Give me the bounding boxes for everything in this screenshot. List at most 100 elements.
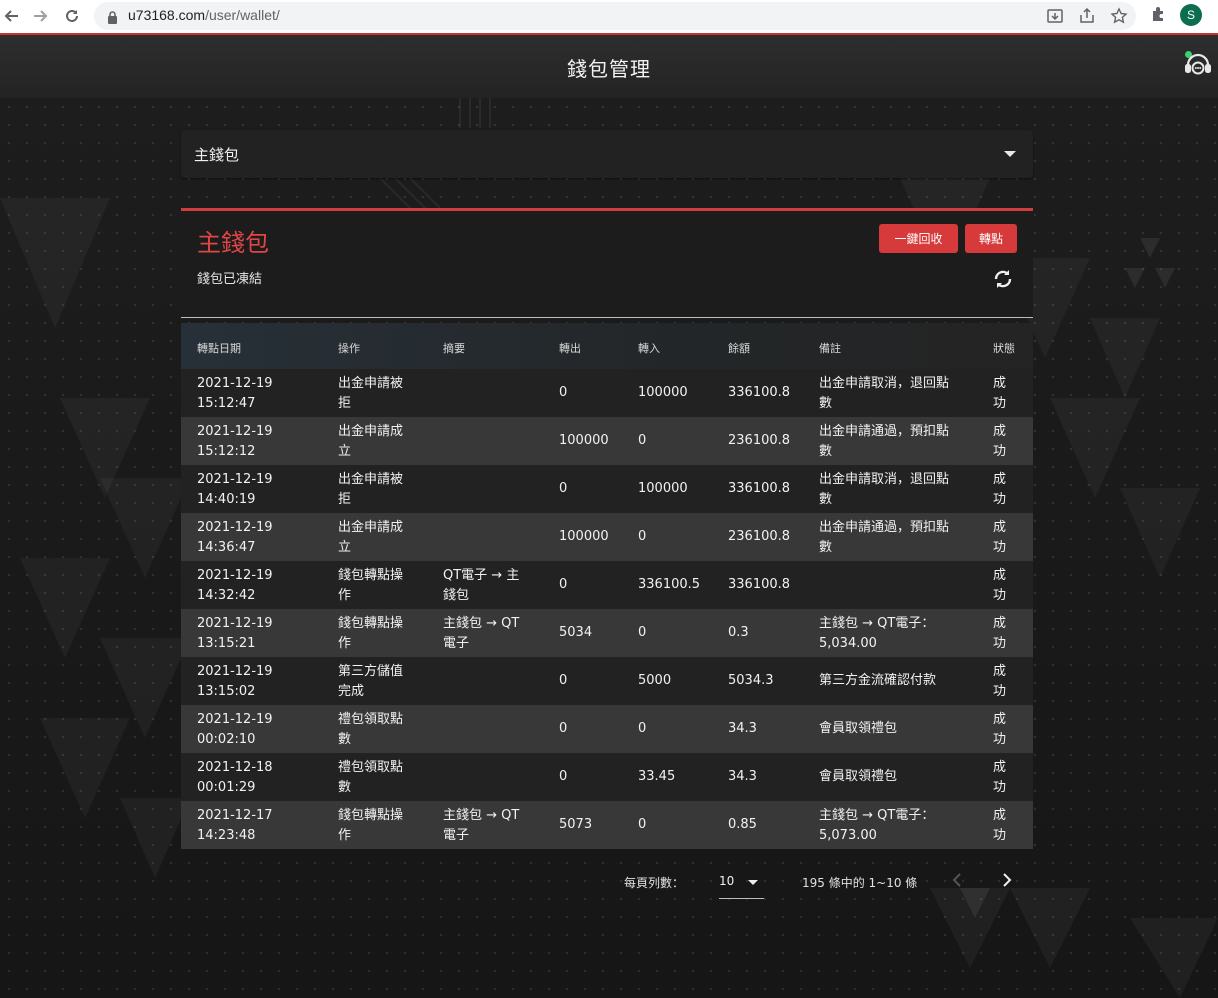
- out-cell: 5034: [559, 623, 629, 643]
- status-cell-line: 功: [993, 444, 1007, 459]
- operation-cell-line: 禮包領取點: [338, 712, 404, 727]
- header-summary[interactable]: 摘要: [443, 340, 543, 356]
- out-cell: 0: [559, 575, 629, 595]
- operation-cell: 第三方儲值 完成: [338, 662, 418, 702]
- status-cell: 成功: [993, 662, 1015, 702]
- in-cell-line: 100000: [638, 481, 688, 496]
- date-cell: 2021-12-19 15:12:47: [197, 374, 317, 414]
- header-date[interactable]: 轉點日期: [197, 340, 317, 356]
- operation-cell-line: 拒: [338, 492, 352, 507]
- address-bar[interactable]: u73168.com/user/wallet/: [94, 2, 1136, 30]
- operation-cell: 錢包轉點操作: [338, 566, 418, 606]
- out-cell-line: 0: [559, 577, 568, 592]
- header-operation[interactable]: 操作: [338, 340, 418, 356]
- chevron-down-icon: [1004, 151, 1016, 157]
- bookmark-star-icon[interactable]: [1110, 7, 1128, 25]
- table-row: 2021-12-19 13:15:02 第三方儲值 完成 0 5000 5034.3 第三方金…: [181, 657, 1033, 705]
- date-cell: 2021-12-19 14:40:19: [197, 470, 317, 510]
- header-note[interactable]: 備註: [819, 340, 967, 356]
- back-icon[interactable]: [0, 4, 24, 28]
- profile-avatar[interactable]: S: [1180, 4, 1202, 26]
- note-cell: 第三方金流確認付款: [819, 671, 967, 691]
- header-balance[interactable]: 餘額: [728, 340, 808, 356]
- chevron-right-icon[interactable]: [997, 870, 1015, 890]
- date-cell-line: 2021-12-19: [197, 472, 273, 487]
- summary-cell: 主錢包 → QT 電子: [443, 806, 543, 846]
- date-cell-line: 15:12:47: [197, 396, 256, 411]
- status-cell-line: 功: [993, 588, 1007, 603]
- status-cell-line: 功: [993, 636, 1007, 651]
- status-cell: 成功: [993, 470, 1015, 510]
- balance-cell-line: 0.3: [728, 625, 749, 640]
- in-cell: 33.45: [638, 767, 718, 787]
- url-text: u73168.com/user/wallet/: [128, 7, 280, 23]
- forward-icon[interactable]: [28, 4, 52, 28]
- out-cell: 0: [559, 479, 629, 499]
- operation-cell: 出金申請被拒: [338, 470, 418, 510]
- date-cell-line: 13:15:02: [197, 684, 256, 699]
- out-cell-line: 0: [559, 769, 568, 784]
- in-cell: 0: [638, 623, 718, 643]
- status-cell-line: 成: [993, 568, 1007, 583]
- note-cell: 會員取領禮包: [819, 767, 967, 787]
- in-cell-line: 0: [638, 529, 647, 544]
- date-cell: 2021-12-19 13:15:02: [197, 662, 317, 702]
- date-cell: 2021-12-19 14:32:42: [197, 566, 317, 606]
- note-cell-line: 第三方金流確認付款: [819, 673, 937, 688]
- operation-cell: 出金申請成立: [338, 518, 418, 558]
- note-cell: 會員取領禮包: [819, 719, 967, 739]
- share-icon[interactable]: [1078, 7, 1096, 25]
- wallet-select[interactable]: 主錢包: [181, 130, 1033, 178]
- operation-cell-line: 作: [338, 636, 352, 651]
- operation-cell: 出金申請被拒: [338, 374, 418, 414]
- summary-cell-line: 電子: [443, 636, 470, 651]
- reload-icon[interactable]: [60, 4, 84, 28]
- status-cell-line: 功: [993, 684, 1007, 699]
- balance-cell-line: 236100.8: [728, 433, 791, 448]
- note-cell-line: 主錢包 → QT電子：: [819, 808, 935, 823]
- install-icon[interactable]: [1046, 7, 1064, 25]
- header-in[interactable]: 轉入: [638, 340, 718, 356]
- date-cell-line: 2021-12-19: [197, 376, 273, 391]
- rows-per-page-select[interactable]: 10: [719, 868, 764, 899]
- status-cell: 成功: [993, 710, 1015, 750]
- balance-cell-line: 0.85: [728, 817, 757, 832]
- operation-cell-line: 錢包轉點操: [338, 616, 404, 631]
- header-out[interactable]: 轉出: [559, 340, 629, 356]
- status-cell-line: 功: [993, 732, 1007, 747]
- date-cell-line: 14:23:48: [197, 828, 256, 843]
- in-cell-line: 0: [638, 721, 647, 736]
- status-cell-line: 成: [993, 712, 1007, 727]
- headset-icon[interactable]: [1182, 49, 1214, 81]
- operation-cell-line: 出金申請成: [338, 424, 404, 439]
- note-cell-line: 數: [819, 396, 833, 411]
- one-click-recycle-button[interactable]: 一鍵回收: [879, 224, 958, 253]
- date-cell: 2021-12-18 00:01:29: [197, 758, 317, 798]
- operation-cell-line: 出金申請成: [338, 520, 404, 535]
- summary-cell-line: QT電子 → 主: [443, 568, 520, 583]
- note-cell-line: 會員取領禮包: [819, 769, 898, 784]
- in-cell-line: 0: [638, 625, 647, 640]
- wallet-card: 主錢包 錢包已凍結 一鍵回收 轉點: [181, 208, 1033, 318]
- extensions-puzzle-icon[interactable]: [1150, 5, 1168, 23]
- header-status[interactable]: 狀態: [993, 340, 1015, 356]
- chevron-left-icon[interactable]: [949, 870, 967, 890]
- transaction-table: 轉點日期 操作 摘要 轉出 轉入 餘額 備註 狀態 2021-12-19 15:1…: [181, 323, 1033, 849]
- note-cell-line: 出金申請通過，預扣點: [819, 424, 950, 439]
- out-cell: 100000: [559, 431, 629, 451]
- balance-cell: 0.85: [728, 815, 808, 835]
- table-row: 2021-12-17 14:23:48 錢包轉點操作 主錢包 → QT 電子 5073 0 0…: [181, 801, 1033, 849]
- operation-cell-line: 作: [338, 588, 352, 603]
- balance-cell: 34.3: [728, 719, 808, 739]
- page-title: 錢包管理: [567, 57, 651, 81]
- operation-cell-line: 錢包轉點操: [338, 568, 404, 583]
- out-cell: 0: [559, 767, 629, 787]
- transfer-button[interactable]: 轉點: [965, 224, 1017, 253]
- refresh-icon[interactable]: [991, 267, 1015, 291]
- date-cell-line: 2021-12-18: [197, 760, 273, 775]
- lock-icon: [107, 9, 118, 28]
- out-cell-line: 0: [559, 673, 568, 688]
- balance-cell: 236100.8: [728, 431, 808, 451]
- status-cell: 成功: [993, 374, 1015, 414]
- in-cell-line: 100000: [638, 385, 688, 400]
